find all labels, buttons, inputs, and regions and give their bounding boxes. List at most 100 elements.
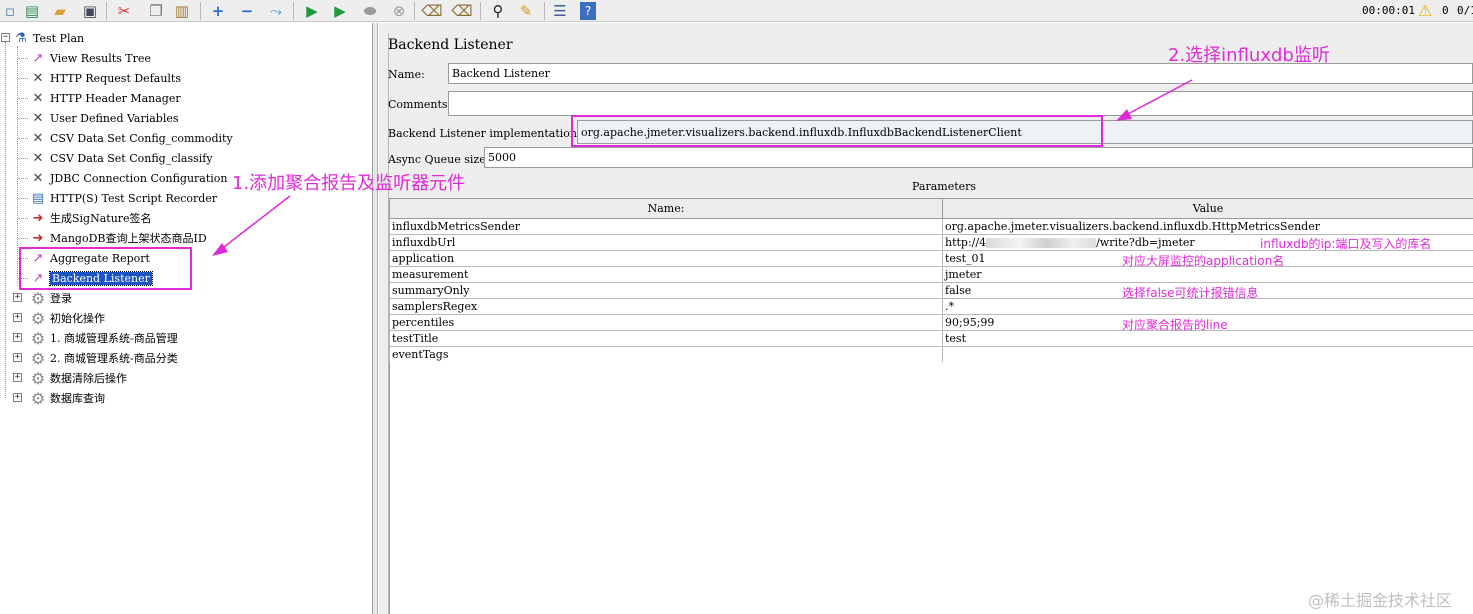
tree-item-9[interactable]: ➜ 生成SigNature签名 — [29, 209, 152, 227]
start-icon[interactable]: ▶ — [302, 1, 322, 21]
start-no-pause-icon[interactable]: ▶ — [330, 1, 350, 21]
annotation-url-note: influxdb的ip:端口及写入的库名 — [1260, 237, 1432, 251]
thread-group-5[interactable]: ⚙ 数据清除后操作 — [29, 368, 127, 388]
new-icon[interactable]: ▫ — [0, 1, 20, 21]
tree-item-label: 生成SigNature签名 — [50, 212, 152, 225]
param-value-cell[interactable] — [942, 346, 1473, 363]
column-header-value[interactable]: Value — [942, 198, 1473, 219]
thread-group-label: 数据清除后操作 — [50, 372, 127, 385]
thread-group-2[interactable]: ⚙ 初始化操作 — [29, 309, 105, 328]
param-name-cell[interactable]: influxdbUrl — [389, 234, 943, 251]
tree-root[interactable]: ⚗ Test Plan — [12, 29, 84, 47]
param-name-cell[interactable]: samplersRegex — [389, 298, 943, 315]
tree-item-6[interactable]: ✕ CSV Data Set Config_classify — [29, 149, 213, 167]
thread-group-4[interactable]: ⚙ 2. 商城管理系统-商品分类 — [29, 348, 178, 368]
test-plan-collapse-toggle[interactable]: − — [1, 33, 10, 42]
table-row[interactable]: testTitle test — [389, 330, 1473, 347]
tree-item-7[interactable]: ✕ JDBC Connection Configuration — [29, 169, 228, 187]
annotation-application-note: 对应大屏监控的application名 — [1122, 254, 1285, 268]
column-header-name[interactable]: Name: — [389, 198, 943, 219]
tree-item-label: MangoDB查询上架状态商品ID — [50, 232, 207, 245]
thread-group-3[interactable]: ⚙ 1. 商城管理系统-商品管理 — [29, 329, 178, 348]
tree-item-label: CSV Data Set Config_classify — [50, 151, 213, 165]
thread-count: 0/1 — [1457, 4, 1473, 17]
queue-size-field[interactable]: 5000 — [484, 147, 1473, 168]
thread-group-expand-toggle[interactable]: + — [13, 393, 22, 402]
tree-item-5[interactable]: ✕ CSV Data Set Config_commodity — [29, 129, 233, 147]
tree-item-label: View Results Tree — [50, 51, 151, 65]
warning-icon[interactable]: ⚠ — [1418, 1, 1432, 20]
param-name-cell[interactable]: summaryOnly — [389, 282, 943, 299]
thread-group-label: 2. 商城管理系统-商品分类 — [50, 352, 178, 365]
thread-group-expand-toggle[interactable]: + — [13, 293, 22, 302]
save-icon[interactable]: ▣ — [80, 1, 100, 21]
page-title: Backend Listener — [388, 37, 513, 53]
param-name-cell[interactable]: influxdbMetricsSender — [389, 218, 943, 235]
thread-group-6[interactable]: ⚙ 数据库查询 — [29, 388, 105, 408]
gear-icon: ⚙ — [30, 348, 46, 368]
param-name-cell[interactable]: application — [389, 250, 943, 267]
copy-icon[interactable]: ❐ — [146, 1, 166, 21]
templates-icon[interactable]: ▤ — [22, 1, 42, 21]
tree-item-1[interactable]: ↗ View Results Tree — [29, 49, 151, 67]
comments-field[interactable] — [448, 91, 1473, 116]
comments-label: Comments: — [388, 98, 452, 111]
panel-splitter[interactable] — [373, 23, 378, 614]
open-icon[interactable]: ▰ — [50, 1, 70, 21]
param-name-cell[interactable]: eventTags — [389, 346, 943, 363]
tree-highlight-box — [19, 247, 192, 290]
annotation-step1: 1.添加聚合报告及监听器元件 — [232, 173, 466, 194]
tree-item-2[interactable]: ✕ HTTP Request Defaults — [29, 69, 181, 87]
tree-item-label: HTTP Request Defaults — [50, 71, 181, 85]
toggle-icon[interactable]: ⤳ — [266, 1, 286, 21]
tree-item-4[interactable]: ✕ User Defined Variables — [29, 109, 179, 127]
tree-item-label: JDBC Connection Configuration — [50, 171, 228, 185]
url-prefix: http://4 — [945, 236, 987, 249]
cut-icon[interactable]: ✂ — [114, 1, 134, 21]
annotation-step2: 2.选择influxdb监听 — [1168, 45, 1330, 66]
table-row[interactable]: influxdbMetricsSender org.apache.jmeter.v… — [389, 218, 1473, 235]
expand-icon[interactable]: + — [208, 1, 228, 21]
table-row[interactable]: percentiles 90;95;99 — [389, 314, 1473, 331]
paste-icon[interactable]: ▥ — [172, 1, 192, 21]
table-row[interactable]: application test_01 — [389, 250, 1473, 267]
config-icon: ✕ — [32, 70, 44, 86]
listener-icon: ↗ — [32, 50, 44, 66]
stop-icon[interactable]: ⬬ — [360, 1, 380, 21]
thread-group-label: 初始化操作 — [50, 312, 105, 325]
thread-group-expand-toggle[interactable]: + — [13, 313, 22, 322]
help-icon[interactable]: ? — [580, 2, 596, 20]
clear-icon[interactable]: ⌫ — [421, 1, 442, 21]
tree-item-3[interactable]: ✕ HTTP Header Manager — [29, 89, 181, 107]
thread-group-expand-toggle[interactable]: + — [13, 333, 22, 342]
parameters-title: Parameters — [912, 180, 977, 193]
param-name-cell[interactable]: testTitle — [389, 330, 943, 347]
param-value-cell[interactable]: org.apache.jmeter.visualizers.backend.in… — [942, 218, 1473, 235]
toolbar: ▫ ▤ ▰ ▣ ✂ ❐ ▥ + − ⤳ ▶ ▶ ⬬ ⊗ ⌫ ⌫ ⚲ ✎ ☰ ? … — [0, 0, 1473, 22]
reset-search-icon[interactable]: ✎ — [516, 1, 536, 21]
search-icon[interactable]: ⚲ — [488, 1, 508, 21]
table-row[interactable]: eventTags — [389, 346, 1473, 363]
tree-item-10[interactable]: ➜ MangoDB查询上架状态商品ID — [29, 229, 207, 247]
collapse-icon[interactable]: − — [237, 1, 257, 21]
function-helper-icon[interactable]: ☰ — [550, 1, 570, 21]
annotation-percentiles-note: 对应聚合报告的line — [1122, 318, 1228, 332]
thread-group-label: 数据库查询 — [50, 392, 105, 405]
tree-item-8[interactable]: ▤ HTTP(S) Test Script Recorder — [29, 189, 217, 207]
config-icon: ✕ — [32, 110, 44, 126]
table-row[interactable]: measurement jmeter — [389, 266, 1473, 283]
url-suffix: /write?db=jmeter — [1096, 236, 1195, 249]
annotation-summary-note: 选择false可统计报错信息 — [1122, 286, 1259, 300]
thread-group-expand-toggle[interactable]: + — [13, 373, 22, 382]
param-name-cell[interactable]: percentiles — [389, 314, 943, 331]
table-row[interactable]: samplersRegex .* — [389, 298, 1473, 315]
gear-icon: ⚙ — [30, 368, 46, 388]
thread-group-expand-toggle[interactable]: + — [13, 353, 22, 362]
thread-group-1[interactable]: ⚙ 登录 — [29, 289, 72, 308]
param-name-cell[interactable]: measurement — [389, 266, 943, 283]
gear-icon: ⚙ — [30, 388, 46, 408]
clear-all-icon[interactable]: ⌫ — [451, 1, 472, 21]
sampler-icon: ➜ — [32, 230, 44, 246]
table-row[interactable]: summaryOnly false — [389, 282, 1473, 299]
shutdown-icon[interactable]: ⊗ — [389, 1, 409, 21]
